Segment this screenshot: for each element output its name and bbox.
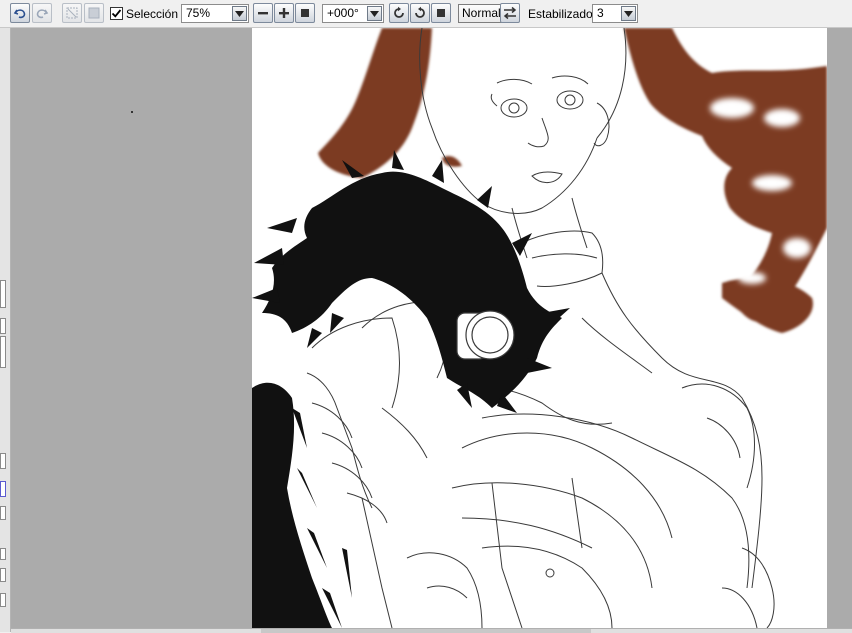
undo-icon <box>13 9 26 19</box>
panel-widget[interactable] <box>0 481 6 497</box>
panel-widget[interactable] <box>0 318 6 334</box>
zoom-select[interactable]: 75% <box>181 4 249 23</box>
plus-icon <box>279 8 289 18</box>
redo-icon <box>36 9 49 19</box>
panel-widget[interactable] <box>0 506 6 520</box>
rotation-reset-button[interactable] <box>431 3 451 23</box>
undo-button[interactable] <box>10 3 30 23</box>
zoom-reset-button[interactable] <box>295 3 315 23</box>
stabilizer-value: 3 <box>597 6 604 20</box>
horizontal-scrollbar[interactable] <box>11 628 852 633</box>
toolbar: Selección 75% +000° Normal Estabilizador… <box>0 0 852 28</box>
scrollbar-thumb[interactable] <box>261 629 591 633</box>
drawing-canvas[interactable] <box>252 28 827 628</box>
brooch <box>456 310 515 360</box>
redo-button[interactable] <box>32 3 52 23</box>
rotation-value: +000° <box>327 6 359 20</box>
selection-label: Selección <box>126 7 179 21</box>
deselect-button[interactable] <box>62 3 82 23</box>
invert-selection-button[interactable] <box>84 3 104 23</box>
zoom-out-button[interactable] <box>253 3 273 23</box>
flip-horizontal-icon <box>503 6 517 20</box>
panel-widget[interactable] <box>0 453 6 469</box>
rotate-right-icon <box>415 6 425 18</box>
checkmark-icon <box>111 9 122 18</box>
artwork <box>252 28 827 628</box>
selection-checkbox[interactable] <box>110 7 123 20</box>
invert-selection-icon <box>88 7 100 19</box>
panel-widget[interactable] <box>0 593 6 607</box>
rotation-select[interactable]: +000° <box>322 4 384 23</box>
left-panel-edge <box>0 28 11 632</box>
zoom-value: 75% <box>186 6 211 20</box>
panel-widget[interactable] <box>0 336 6 368</box>
zoom-in-button[interactable] <box>274 3 294 23</box>
blend-mode-box[interactable]: Normal <box>458 4 505 23</box>
chevron-down-icon[interactable] <box>621 6 636 21</box>
cursor-dot <box>131 111 133 113</box>
stabilizer-select[interactable]: 3 <box>592 4 638 23</box>
canvas-workspace[interactable] <box>11 28 852 628</box>
panel-widget[interactable] <box>0 280 6 308</box>
stabilizer-label: Estabilizador <box>528 7 597 21</box>
chevron-down-icon[interactable] <box>367 6 382 21</box>
rotate-left-icon <box>394 6 404 18</box>
square-icon <box>437 9 445 17</box>
chevron-down-icon[interactable] <box>232 6 247 21</box>
deselect-icon <box>66 7 78 19</box>
square-icon <box>301 9 309 17</box>
panel-widget[interactable] <box>0 568 6 582</box>
panel-widget[interactable] <box>0 548 6 560</box>
rotate-right-button[interactable] <box>410 3 430 23</box>
flip-horizontal-button[interactable] <box>500 3 520 23</box>
rotate-left-button[interactable] <box>389 3 409 23</box>
minus-icon <box>258 12 268 15</box>
